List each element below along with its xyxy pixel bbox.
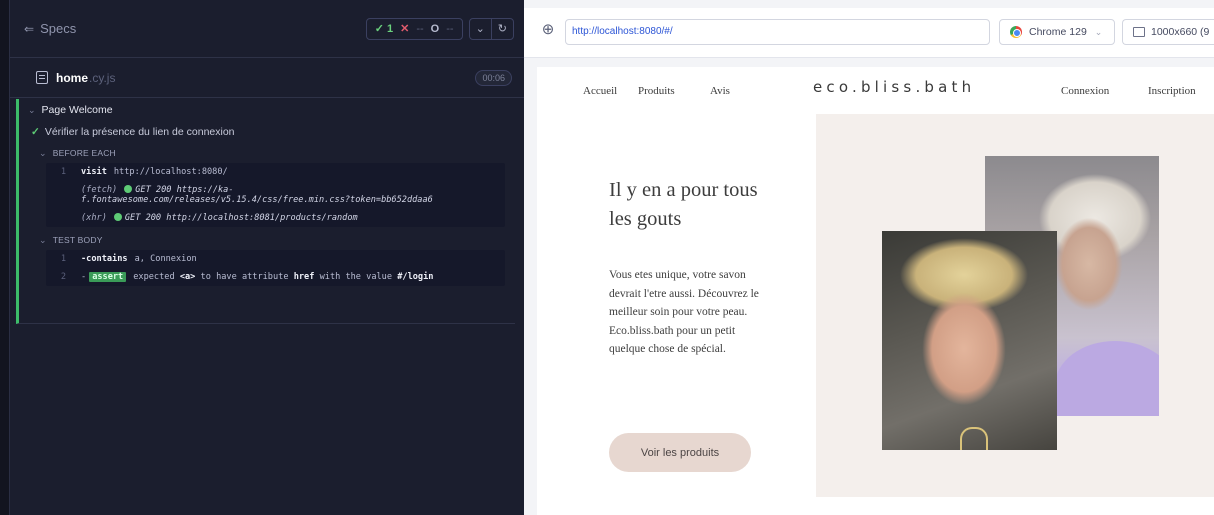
viewport-icon — [1133, 27, 1145, 37]
reload-icon[interactable]: ↻ — [490, 18, 513, 39]
command-row[interactable]: 2 - assert expected <a> to have attribute … — [46, 268, 505, 286]
viewport-info[interactable]: 1000x660 (9 — [1122, 19, 1214, 45]
assert-value: #/login — [397, 272, 434, 282]
command-row[interactable]: (xhr) GET 200 http://localhost:8081/produ… — [46, 209, 505, 227]
nav-home-link[interactable]: Accueil — [583, 85, 617, 97]
command-row[interactable]: 1 -contains a, Connexion — [46, 250, 505, 268]
test-suite: ⌄ Page Welcome ✓ Vérifier la présence du… — [16, 99, 515, 324]
command-name: -contains — [81, 254, 128, 264]
pending-icon: O — [430, 22, 440, 35]
passed-count: ✓ 1 — [374, 23, 394, 35]
specs-toggle[interactable]: ⇐ Specs — [24, 21, 76, 36]
command-arg: http://localhost:8080/ — [113, 167, 228, 177]
failed-count: -- — [416, 22, 424, 35]
assert-attribute: href — [293, 272, 315, 282]
test-body-toggle[interactable]: ⌄ TEST BODY — [19, 230, 515, 250]
test-body-label: TEST BODY — [52, 235, 103, 245]
chevron-down-icon: ⌄ — [39, 147, 47, 158]
test-title: Vérifier la présence du lien de connexio… — [44, 126, 235, 138]
browser-name: Chrome 129 — [1029, 26, 1087, 38]
assert-text: expected — [133, 272, 175, 282]
cypress-reporter-panel: ⇐ Specs ✓ 1 ✕ -- O -- ⌄ ↻ home .cy.js 00… — [0, 0, 524, 515]
test-body-commands: 1 -contains a, Connexion 2 - assert expecte… — [46, 250, 505, 286]
specs-header: ⇐ Specs ✓ 1 ✕ -- O -- ⌄ ↻ — [10, 0, 524, 58]
run-controls: ⌄ ↻ — [468, 17, 514, 40]
status-dot-icon — [124, 185, 133, 193]
spec-file-header[interactable]: home .cy.js 00:06 — [10, 58, 524, 98]
spec-duration: 00:06 — [475, 69, 512, 86]
website: Accueil Produits Avis eco.bliss.bath Con… — [537, 67, 1214, 515]
assert-text: with the value — [319, 272, 393, 282]
request-type: (xhr) — [81, 213, 107, 223]
chevron-down-icon: ⌄ — [1094, 26, 1103, 37]
failed-icon: ✕ — [400, 23, 410, 35]
chevron-down-icon: ⌄ — [28, 104, 36, 115]
suite-title: Page Welcome — [41, 104, 113, 116]
app-under-test: ⊕ http://localhost:8080/#/ Chrome 129 ⌄ … — [524, 0, 1214, 515]
request-type: (fetch) — [81, 185, 118, 195]
spec-file-name: home — [56, 70, 89, 85]
command-number: 1 — [60, 167, 67, 177]
spec-file-ext: .cy.js — [89, 70, 116, 85]
file-icon — [36, 71, 48, 84]
viewport-size: 1000x660 (9 — [1151, 26, 1210, 38]
hero-title: Il y en a pour tous les gouts — [609, 179, 758, 230]
chevron-down-icon: ⌄ — [39, 234, 47, 245]
assert-badge: assert — [89, 272, 127, 282]
command-arg: a, Connexion — [134, 254, 197, 264]
url-bar[interactable]: http://localhost:8080/#/ — [565, 19, 990, 45]
command-row[interactable]: (fetch) GET 200 https://ka-f.fontawesome.… — [46, 181, 505, 209]
pending-count: -- — [446, 22, 454, 35]
command-number: 1 — [60, 254, 67, 264]
before-each-commands: 1 visit http://localhost:8080/ (fetch) GET… — [46, 163, 505, 227]
specs-label: Specs — [40, 21, 77, 36]
command-number: 2 — [60, 272, 67, 282]
nav-login-link[interactable]: Connexion — [1061, 85, 1109, 97]
assert-subject: <a> — [179, 272, 196, 282]
selector-playground-icon[interactable]: ⊕ — [540, 22, 556, 38]
site-nav: Accueil Produits Avis eco.bliss.bath Con… — [537, 67, 1214, 112]
hero-description: Vous etes unique, votre savon devrait l'… — [609, 269, 759, 355]
command-name: visit — [81, 167, 107, 177]
browser-selector[interactable]: Chrome 129 ⌄ — [999, 19, 1115, 45]
chrome-icon — [1010, 26, 1022, 38]
site-logo[interactable]: eco.bliss.bath — [813, 78, 975, 96]
assert-text: to have attribute — [200, 272, 289, 282]
before-each-toggle[interactable]: ⌄ BEFORE EACH — [19, 143, 515, 163]
nav-register-link[interactable]: Inscription — [1148, 85, 1196, 97]
aut-toolbar: ⊕ http://localhost:8080/#/ Chrome 129 ⌄ … — [524, 8, 1214, 58]
view-products-button[interactable]: Voir les produits — [609, 433, 751, 472]
check-icon: ✓ — [31, 126, 40, 138]
request-text: GET 200 https://ka-f.fontawesome.com/rel… — [81, 185, 433, 205]
chevron-down-icon[interactable]: ⌄ — [470, 19, 491, 39]
run-stats: ✓ 1 ✕ -- O -- — [365, 17, 463, 40]
nav-products-link[interactable]: Produits — [638, 85, 675, 97]
suite-title-row[interactable]: ⌄ Page Welcome — [19, 99, 515, 121]
status-dot-icon — [113, 213, 122, 221]
test-title-row[interactable]: ✓ Vérifier la présence du lien de connex… — [19, 121, 515, 143]
collapse-specs-icon: ⇐ — [24, 21, 35, 36]
request-text: GET 200 http://localhost:8081/products/r… — [124, 213, 358, 223]
before-each-label: BEFORE EACH — [52, 148, 116, 158]
panel-gutter — [0, 0, 9, 515]
command-row[interactable]: 1 visit http://localhost:8080/ — [46, 163, 505, 181]
nav-reviews-link[interactable]: Avis — [710, 85, 730, 97]
hero-photo-young-person — [882, 231, 1057, 450]
